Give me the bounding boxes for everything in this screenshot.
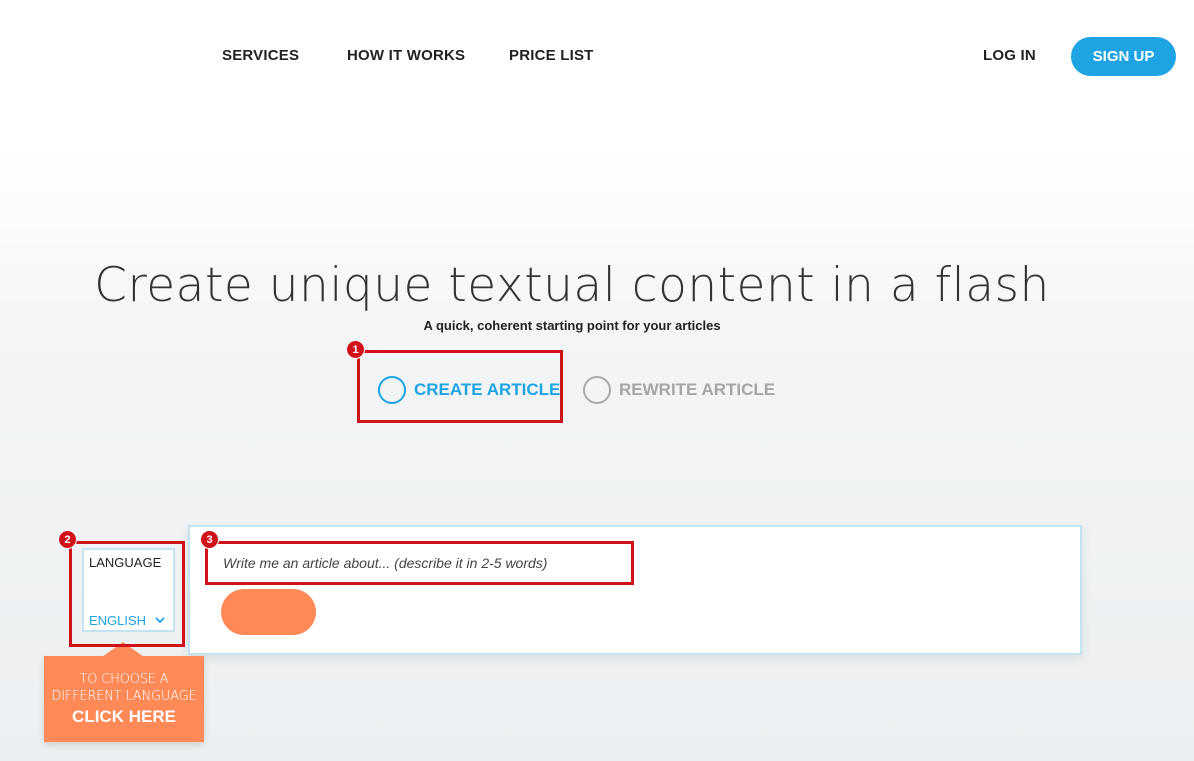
create-article-radio[interactable] — [378, 376, 406, 404]
language-tooltip[interactable]: TO CHOOSE A DIFFERENT LANGUAGE CLICK HER… — [44, 642, 204, 742]
annotation-badge-1: 1 — [346, 340, 365, 359]
rewrite-article-radio[interactable] — [583, 376, 611, 404]
tooltip-cta[interactable]: CLICK HERE — [44, 706, 204, 728]
topic-input[interactable] — [208, 544, 630, 582]
signup-button[interactable]: SIGN UP — [1071, 37, 1176, 76]
login-link[interactable]: LOG IN — [983, 47, 1036, 64]
page-title: Create unique textual content in a flash — [94, 258, 1050, 313]
tooltip-line-2: DIFFERENT LANGUAGE — [51, 689, 197, 704]
annotation-badge-2: 2 — [58, 530, 77, 549]
language-label: LANGUAGE — [89, 555, 162, 570]
nav-link-services[interactable]: SERVICES — [222, 47, 299, 64]
chevron-down-icon — [155, 611, 165, 629]
create-article-option[interactable]: CREATE ARTICLE — [378, 374, 560, 406]
rewrite-article-option[interactable]: REWRITE ARTICLE — [583, 374, 775, 406]
rewrite-article-label: REWRITE ARTICLE — [619, 380, 776, 399]
annotation-badge-3: 3 — [200, 530, 219, 549]
create-article-label: CREATE ARTICLE — [414, 380, 561, 399]
language-select[interactable]: ENGLISH — [89, 611, 165, 629]
language-value: ENGLISH — [89, 612, 147, 628]
nav-link-price-list[interactable]: PRICE LIST — [509, 47, 594, 64]
tooltip-line-1: TO CHOOSE A — [79, 672, 169, 687]
page-subtitle: A quick, coherent starting point for you… — [423, 318, 721, 333]
nav-link-how-it-works[interactable]: HOW IT WORKS — [347, 47, 465, 64]
generate-button[interactable] — [221, 589, 316, 635]
